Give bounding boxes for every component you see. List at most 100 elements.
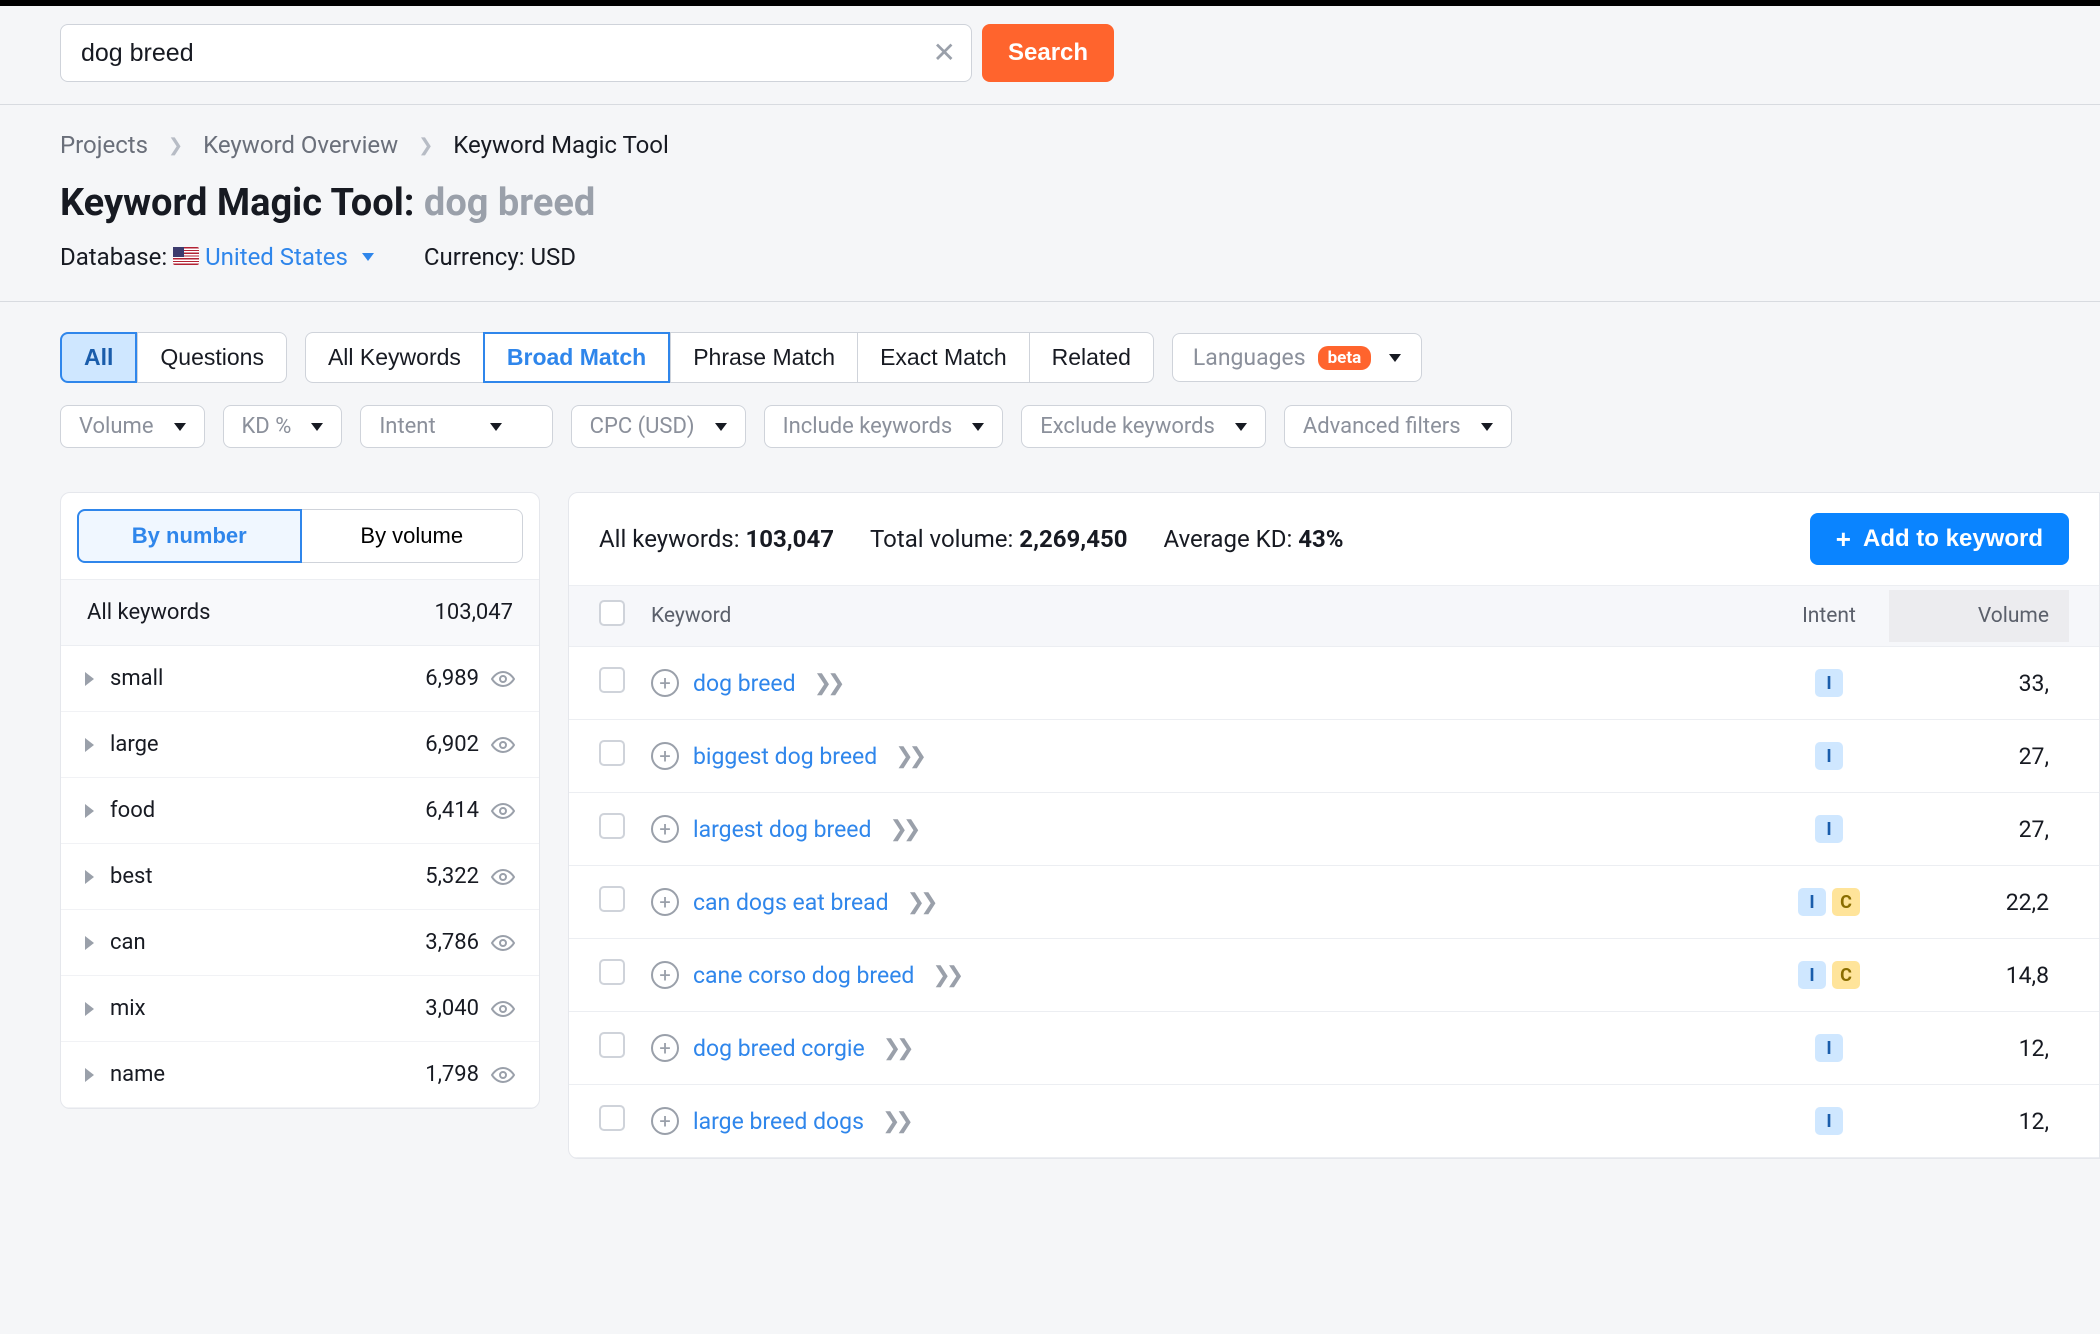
add-to-keyword-button[interactable]: + Add to keyword — [1810, 513, 2069, 565]
eye-icon[interactable] — [491, 997, 515, 1021]
header-intent[interactable]: Intent — [1769, 604, 1889, 628]
languages-dropdown[interactable]: Languages beta — [1172, 333, 1422, 382]
keyword-link[interactable]: large breed dogs — [693, 1108, 864, 1135]
expand-icon[interactable]: + — [651, 669, 679, 697]
group-name: can — [110, 930, 146, 955]
sidebar-group-item[interactable]: mix3,040 — [61, 976, 539, 1042]
intent-cell: I — [1769, 815, 1889, 843]
filter-intent-label: Intent — [379, 414, 435, 439]
currency-value: USD — [530, 243, 576, 271]
keyword-link[interactable]: dog breed — [693, 670, 796, 697]
sidebar-all-count: 103,047 — [434, 600, 513, 625]
volume-cell: 22,2 — [1889, 889, 2069, 916]
tab-phrase-match[interactable]: Phrase Match — [670, 332, 857, 383]
eye-icon[interactable] — [491, 931, 515, 955]
table-row: +dog breed❯❯I33, — [569, 647, 2099, 720]
filter-kd[interactable]: KD % — [223, 405, 343, 448]
row-checkbox[interactable] — [599, 813, 625, 839]
sidebar-group-item[interactable]: small6,989 — [61, 646, 539, 712]
summary-vol-value: 2,269,450 — [1019, 525, 1127, 553]
row-checkbox[interactable] — [599, 667, 625, 693]
page-title-prefix: Keyword Magic Tool: — [60, 181, 414, 225]
row-checkbox[interactable] — [599, 959, 625, 985]
tab-questions[interactable]: Questions — [137, 332, 287, 383]
chevron-right-icon — [85, 804, 94, 818]
filter-advanced[interactable]: Advanced filters — [1284, 405, 1512, 448]
sidebar-all-keywords[interactable]: All keywords 103,047 — [61, 579, 539, 646]
database-label: Database: — [60, 243, 167, 271]
intent-badge-i: I — [1815, 1034, 1843, 1062]
keyword-link[interactable]: biggest dog breed — [693, 743, 877, 770]
search-button[interactable]: Search — [982, 24, 1114, 82]
filter-volume[interactable]: Volume — [60, 405, 205, 448]
expand-icon[interactable]: + — [651, 961, 679, 989]
expand-icon[interactable]: + — [651, 1107, 679, 1135]
breadcrumb-overview[interactable]: Keyword Overview — [203, 131, 398, 159]
clear-icon[interactable]: ✕ — [933, 39, 956, 67]
sidebar-group-item[interactable]: food6,414 — [61, 778, 539, 844]
sidebar-group-item[interactable]: best 5,322 — [61, 844, 539, 910]
currency-label: Currency: — [424, 243, 525, 271]
double-chevron-icon[interactable]: ❯❯ — [907, 890, 934, 915]
row-checkbox[interactable] — [599, 1032, 625, 1058]
sidebar-group-item[interactable]: large6,902 — [61, 712, 539, 778]
tab-all-keywords[interactable]: All Keywords — [305, 332, 483, 383]
filters-section: All Questions All Keywords Broad Match P… — [0, 302, 2100, 492]
tab-group-type: All Questions — [60, 332, 287, 383]
tab-all[interactable]: All — [60, 332, 137, 383]
intent-badge-i: I — [1798, 888, 1826, 916]
header-volume[interactable]: Volume — [1889, 590, 2069, 642]
sidebar-group-item[interactable]: name1,798 — [61, 1042, 539, 1108]
search-input[interactable] — [60, 24, 972, 82]
volume-cell: 27, — [1889, 743, 2069, 770]
tab-exact-match[interactable]: Exact Match — [857, 332, 1029, 383]
group-name: best — [110, 864, 153, 889]
keyword-link[interactable]: dog breed corgie — [693, 1035, 865, 1062]
us-flag-icon — [173, 247, 199, 265]
group-name: mix — [110, 996, 146, 1021]
expand-icon[interactable]: + — [651, 742, 679, 770]
eye-icon[interactable] — [491, 865, 515, 889]
toggle-by-volume[interactable]: By volume — [302, 509, 524, 563]
summary-kd: Average KD: 43% — [1164, 525, 1344, 553]
expand-icon[interactable]: + — [651, 815, 679, 843]
double-chevron-icon[interactable]: ❯❯ — [814, 671, 841, 696]
eye-icon[interactable] — [491, 1063, 515, 1087]
double-chevron-icon[interactable]: ❯❯ — [883, 1036, 910, 1061]
expand-icon[interactable]: + — [651, 888, 679, 916]
eye-icon[interactable] — [491, 667, 515, 691]
toggle-by-number[interactable]: By number — [77, 509, 302, 563]
filter-cpc[interactable]: CPC (USD) — [571, 405, 746, 448]
header-keyword[interactable]: Keyword — [651, 604, 1769, 628]
keyword-link[interactable]: cane corso dog breed — [693, 962, 914, 989]
select-all-checkbox[interactable] — [599, 600, 625, 626]
eye-icon[interactable] — [491, 733, 515, 757]
database-selector[interactable]: Database: United States — [60, 243, 374, 271]
filter-intent[interactable]: Intent — [360, 405, 552, 448]
keyword-link[interactable]: can dogs eat bread — [693, 889, 889, 916]
sidebar-group-item[interactable]: can3,786 — [61, 910, 539, 976]
summary-kd-label: Average KD: — [1164, 525, 1293, 553]
row-checkbox[interactable] — [599, 740, 625, 766]
results-panel: All keywords: 103,047 Total volume: 2,26… — [568, 492, 2100, 1159]
keyword-link[interactable]: largest dog breed — [693, 816, 871, 843]
double-chevron-icon[interactable]: ❯❯ — [882, 1109, 909, 1134]
double-chevron-icon[interactable]: ❯❯ — [932, 963, 959, 988]
group-name: large — [110, 732, 159, 757]
tab-broad-match[interactable]: Broad Match — [483, 332, 670, 383]
row-checkbox[interactable] — [599, 1105, 625, 1131]
double-chevron-icon[interactable]: ❯❯ — [889, 817, 916, 842]
group-count: 5,322 — [425, 864, 479, 889]
double-chevron-icon[interactable]: ❯❯ — [895, 744, 922, 769]
tab-related[interactable]: Related — [1029, 332, 1154, 383]
row-checkbox[interactable] — [599, 886, 625, 912]
table-row: +cane corso dog breed❯❯IC14,8 — [569, 939, 2099, 1012]
filter-include[interactable]: Include keywords — [764, 405, 1004, 448]
group-count: 1,798 — [425, 1062, 479, 1087]
filter-exclude[interactable]: Exclude keywords — [1021, 405, 1266, 448]
breadcrumb-current: Keyword Magic Tool — [453, 131, 669, 159]
breadcrumb-projects[interactable]: Projects — [60, 131, 148, 159]
plus-icon: + — [1836, 526, 1851, 552]
expand-icon[interactable]: + — [651, 1034, 679, 1062]
eye-icon[interactable] — [491, 799, 515, 823]
